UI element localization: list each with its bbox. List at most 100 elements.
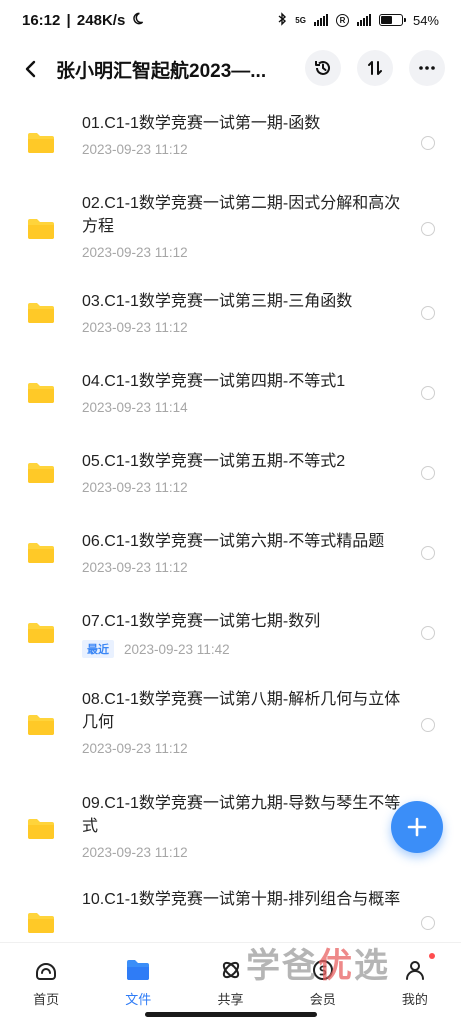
nav-label: 会员 [309, 992, 336, 1007]
battery-icon [378, 14, 406, 26]
folder-icon [27, 622, 55, 644]
file-name: 07.C1-1数学竞赛一试第七期-数列 [82, 613, 321, 630]
home-icon [33, 957, 59, 983]
file-name: 09.C1-1数学竞赛一试第九期-导数与琴生不等式 [82, 795, 401, 835]
file-date: 2023-09-23 11:12 [82, 560, 188, 575]
battery-percent: 54% [412, 12, 439, 28]
notification-dot [429, 953, 436, 959]
files-icon [125, 957, 151, 983]
folder-icon [27, 302, 55, 324]
file-list: 01.C1-1数学竞赛一试第一期-函数 2023-09-23 11:12 02.… [0, 96, 461, 942]
file-row[interactable]: 10.C1-1数学竞赛一试第十期-排列组合与概率 [0, 886, 461, 942]
file-row[interactable]: 08.C1-1数学竞赛一试第八期-解析几何与立体几何 2023-09-23 11… [0, 684, 461, 764]
select-radio[interactable] [421, 546, 435, 560]
file-row[interactable]: 06.C1-1数学竞赛一试第六期-不等式精品题 2023-09-23 11:12 [0, 526, 461, 596]
more-button[interactable] [409, 50, 445, 86]
plus-icon [407, 817, 427, 837]
file-date: 2023-09-23 11:12 [82, 320, 188, 335]
select-radio[interactable] [421, 916, 435, 930]
status-time: 16:12 [22, 11, 61, 29]
file-row[interactable]: 07.C1-1数学竞赛一试第七期-数列 最近 2023-09-23 11:42 [0, 606, 461, 676]
folder-icon [27, 714, 55, 736]
share-icon [218, 957, 244, 983]
file-text: 10.C1-1数学竞赛一试第十期-排列组合与概率 [82, 888, 402, 911]
status-separator: | [62, 11, 75, 29]
home-indicator[interactable] [145, 1012, 317, 1017]
history-button[interactable] [305, 50, 341, 86]
file-meta: 2023-09-23 11:12 [82, 560, 402, 575]
back-button[interactable] [10, 49, 50, 89]
select-radio[interactable] [421, 626, 435, 640]
file-meta: 2023-09-23 11:12 [82, 320, 402, 335]
watermark-text-1: 学爸 [246, 946, 318, 986]
registered-icon: R [335, 13, 349, 27]
file-name: 01.C1-1数学竞赛一试第一期-函数 [82, 115, 321, 132]
file-row[interactable]: 04.C1-1数学竞赛一试第四期-不等式1 2023-09-23 11:14 [0, 366, 461, 436]
profile-icon [402, 957, 428, 983]
file-meta: 2023-09-23 11:12 [82, 741, 402, 756]
nav-label: 首页 [33, 992, 60, 1007]
network-type: 5G [295, 15, 306, 25]
file-text: 07.C1-1数学竞赛一试第七期-数列 最近 2023-09-23 11:42 [82, 610, 402, 658]
file-meta: 2023-09-23 11:14 [82, 400, 402, 415]
folder-icon [27, 218, 55, 240]
file-date: 2023-09-23 11:12 [82, 142, 188, 157]
nav-label: 共享 [217, 992, 244, 1007]
recent-badge: 最近 [82, 640, 114, 658]
file-meta: 2023-09-23 11:12 [82, 480, 402, 495]
file-date: 2023-09-23 11:42 [124, 641, 230, 657]
file-row[interactable]: 05.C1-1数学竞赛一试第五期-不等式2 2023-09-23 11:12 [0, 446, 461, 516]
status-left: 16:12 | 248K/s [22, 12, 144, 29]
watermark-text-2: 优 [318, 946, 354, 986]
nav-label: 文件 [125, 992, 152, 1007]
file-name: 08.C1-1数学竞赛一试第八期-解析几何与立体几何 [82, 691, 401, 731]
folder-icon [27, 462, 55, 484]
select-radio[interactable] [421, 306, 435, 320]
file-text: 02.C1-1数学竞赛一试第二期-因式分解和高次方程 2023-09-23 11… [82, 192, 402, 260]
select-radio[interactable] [421, 136, 435, 150]
file-name: 03.C1-1数学竞赛一试第三期-三角函数 [82, 293, 353, 310]
nav-label: 我的 [401, 992, 428, 1007]
moon-icon [131, 12, 144, 29]
file-name: 04.C1-1数学竞赛一试第四期-不等式1 [82, 373, 346, 390]
watermark: 学爸优选 [246, 938, 390, 987]
file-meta: 最近 2023-09-23 11:42 [82, 640, 402, 658]
file-date: 2023-09-23 11:14 [82, 400, 188, 415]
select-radio[interactable] [421, 222, 435, 236]
battery-fill [380, 16, 392, 24]
file-text: 08.C1-1数学竞赛一试第八期-解析几何与立体几何 2023-09-23 11… [82, 688, 402, 756]
watermark-text-3: 选 [354, 946, 390, 986]
folder-icon [27, 912, 55, 934]
file-date: 2023-09-23 11:12 [82, 480, 188, 495]
select-radio[interactable] [421, 466, 435, 480]
file-meta: 2023-09-23 11:12 [82, 245, 402, 260]
file-date: 2023-09-23 11:12 [82, 245, 188, 260]
more-icon [419, 66, 435, 70]
select-radio[interactable] [421, 718, 435, 732]
select-radio[interactable] [421, 386, 435, 400]
page-title: 张小明汇智起航2023—... [56, 60, 267, 82]
file-meta: 2023-09-23 11:12 [82, 142, 402, 157]
file-row[interactable]: 02.C1-1数学竞赛一试第二期-因式分解和高次方程 2023-09-23 11… [0, 188, 461, 268]
file-text: 04.C1-1数学竞赛一试第四期-不等式1 2023-09-23 11:14 [82, 370, 402, 415]
status-bar: 16:12 | 248K/s 5G R 54% [0, 0, 461, 40]
file-text: 09.C1-1数学竞赛一试第九期-导数与琴生不等式 2023-09-23 11:… [82, 792, 402, 860]
file-text: 03.C1-1数学竞赛一试第三期-三角函数 2023-09-23 11:12 [82, 290, 402, 335]
file-row[interactable]: 03.C1-1数学竞赛一试第三期-三角函数 2023-09-23 11:12 [0, 286, 461, 356]
status-right: 5G R 54% [278, 11, 439, 29]
status-speed: 248K/s [76, 11, 126, 29]
folder-icon [27, 542, 55, 564]
signal-icon [313, 14, 328, 26]
history-icon [315, 60, 330, 75]
add-button[interactable] [391, 801, 443, 853]
file-row[interactable]: 01.C1-1数学竞赛一试第一期-函数 2023-09-23 11:12 [0, 106, 461, 176]
file-name: 10.C1-1数学竞赛一试第十期-排列组合与概率 [82, 891, 401, 908]
folder-icon [27, 132, 55, 154]
sort-button[interactable] [357, 50, 393, 86]
nav-item-home[interactable]: 首页 [0, 943, 92, 1024]
bluetooth-icon [278, 11, 287, 29]
chevron-left-icon [25, 60, 36, 78]
file-meta: 2023-09-23 11:12 [82, 845, 402, 860]
header-bar: 张小明汇智起航2023—... [0, 44, 461, 94]
file-name: 06.C1-1数学竞赛一试第六期-不等式精品题 [82, 533, 385, 550]
